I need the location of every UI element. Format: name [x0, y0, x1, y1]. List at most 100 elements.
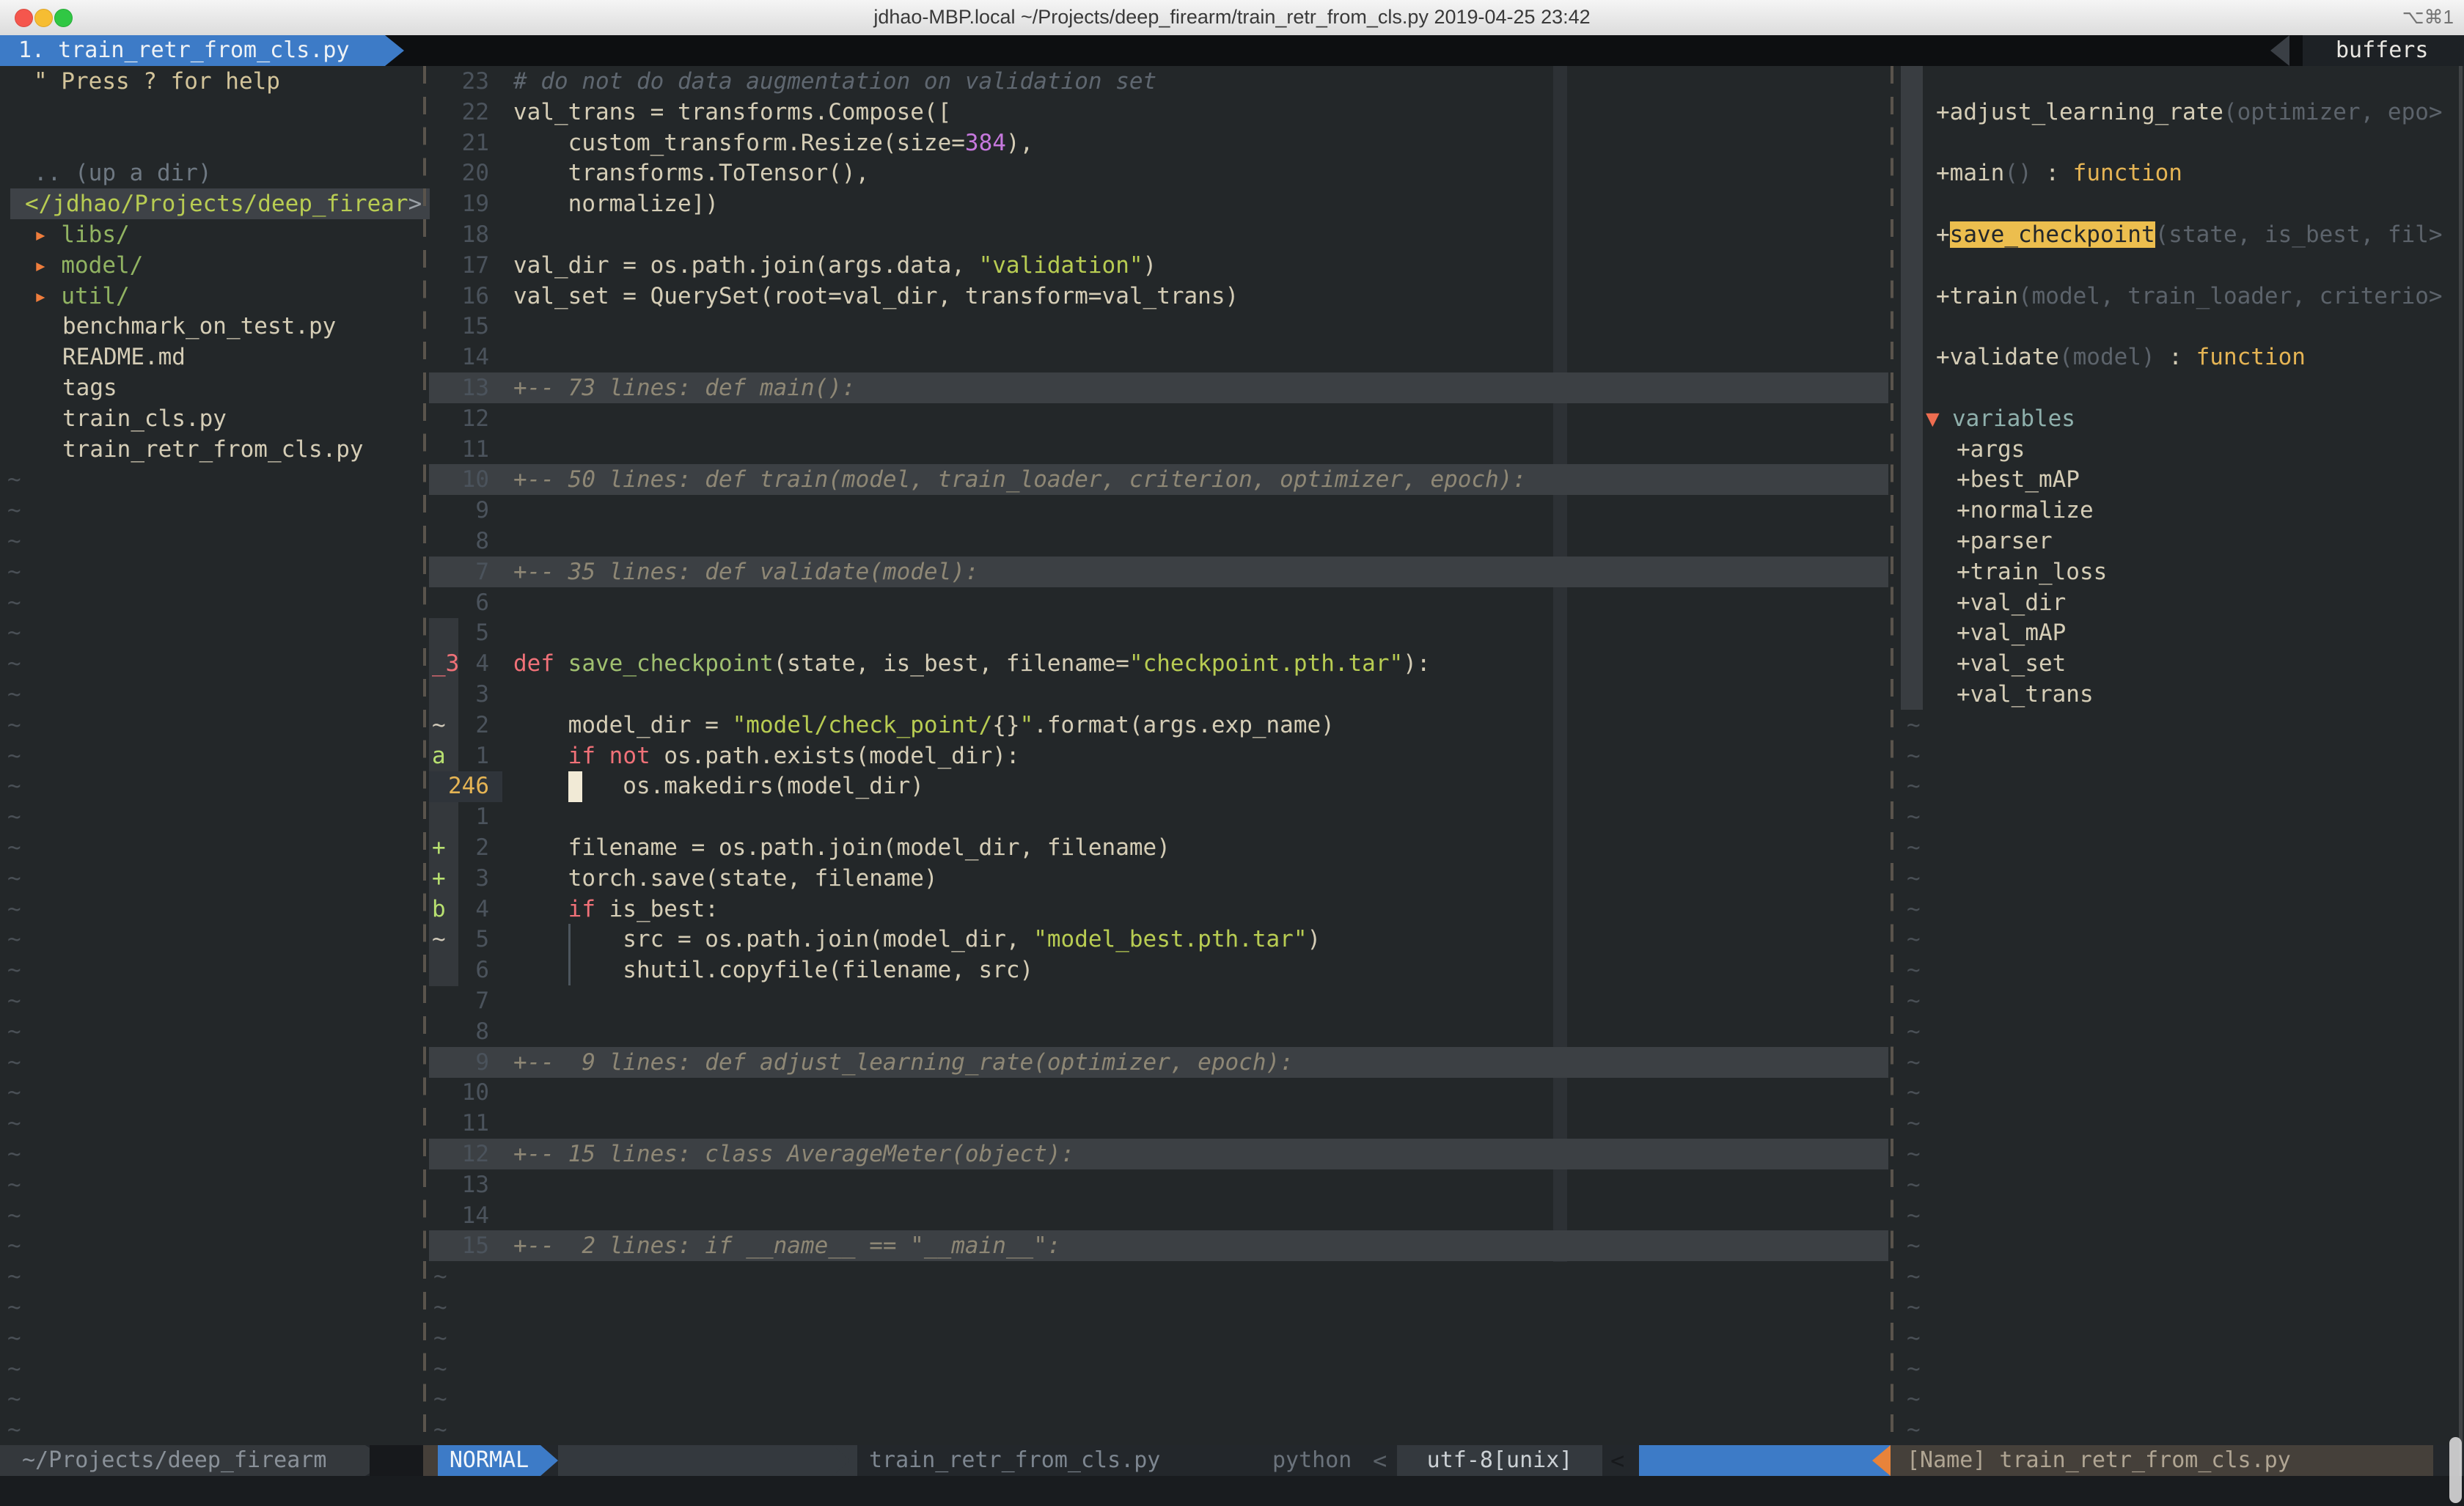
empty-line-tilde: ~	[7, 495, 21, 526]
tree-item-file[interactable]: benchmark_on_test.py	[62, 311, 336, 342]
code-segment: "checkpoint.pth.tar"	[1129, 650, 1403, 677]
gutter-sign: ~	[432, 710, 461, 741]
empty-line-tilde: ~	[7, 1200, 21, 1231]
empty-line-tilde: ~	[7, 617, 21, 648]
fold-text: +-- 15 lines: class AverageMeter(object)…	[513, 1139, 1074, 1169]
tag-entry[interactable]: +save_checkpoint(state, is_best, fil>	[1936, 219, 2443, 250]
code-line[interactable]: def save_checkpoint(state, is_best, file…	[513, 648, 1431, 679]
tree-item-dir[interactable]: ▸ libs/	[34, 219, 130, 250]
tag-segment: +main	[1936, 160, 2004, 186]
command-line[interactable]	[0, 1476, 2464, 1506]
window-separator-left[interactable]	[423, 66, 426, 1445]
line-number: 15	[429, 311, 489, 342]
file-name: benchmark_on_test.py	[62, 313, 336, 339]
empty-line-tilde: ~	[7, 894, 21, 925]
empty-line-tilde: ~	[1907, 1077, 1921, 1108]
tag-entry[interactable]: +train(model, train_loader, criterio>	[1936, 281, 2443, 312]
code-line[interactable]: custom_transform.Resize(size=384),	[513, 128, 1033, 158]
gutter-sign: b	[432, 894, 461, 925]
code-line[interactable]: src = os.path.join(model_dir, "model_bes…	[513, 924, 1321, 955]
fold-open-icon[interactable]: ▼	[1926, 403, 1940, 434]
empty-line-tilde: ~	[7, 1292, 21, 1323]
code-line[interactable]: filename = os.path.join(model_dir, filen…	[513, 832, 1170, 863]
file-name: train_cls.py	[62, 405, 227, 432]
fold-line[interactable]: 13+-- 73 lines: def main():	[429, 372, 1888, 403]
empty-line-tilde: ~	[1907, 1261, 1921, 1292]
code-line[interactable]: val_trans = transforms.Compose([	[513, 97, 951, 128]
line-number: 11	[429, 434, 489, 465]
code-segment: val_dir = os.path.join(args.data,	[513, 252, 979, 279]
dir-chevron-icon: ▸	[34, 283, 61, 309]
tagbar-colorcolumn-marker	[1901, 66, 1923, 710]
empty-line-tilde: ~	[7, 741, 21, 771]
code-segment: os.makedirs(model_dir)	[513, 773, 924, 799]
code-segment: def	[513, 650, 554, 677]
tag-entry[interactable]: +parser	[1957, 526, 2053, 557]
code-segment: torch.save(state, filename)	[513, 865, 938, 892]
empty-line-tilde: ~	[7, 1169, 21, 1200]
code-line[interactable]: normalize])	[513, 188, 719, 219]
empty-line-tilde: ~	[7, 801, 21, 832]
tag-entry[interactable]: +val_trans	[1957, 679, 2094, 710]
fold-line[interactable]: 12+-- 15 lines: class AverageMeter(objec…	[429, 1139, 1888, 1169]
tree-item-dir[interactable]: ▸ util/	[34, 281, 130, 312]
tree-item[interactable]: " Press ? for help	[34, 66, 280, 97]
line-number: 9	[429, 1047, 489, 1078]
line-number: 12	[429, 403, 489, 434]
tag-segment: +best_mAP	[1957, 466, 2080, 493]
code-segment: "model/check_point/	[733, 712, 993, 738]
line-number: 21	[429, 128, 489, 158]
tag-entry[interactable]: +val_set	[1957, 648, 2066, 679]
fold-text: +-- 2 lines: if __name__ == "__main__":	[513, 1230, 1061, 1261]
dir-name: model/	[61, 252, 143, 279]
code-line[interactable]: val_dir = os.path.join(args.data, "valid…	[513, 250, 1156, 281]
code-line[interactable]: os.makedirs(model_dir)	[513, 771, 924, 801]
code-line[interactable]: # do not do data augmentation on validat…	[513, 66, 1156, 97]
code-line[interactable]: transforms.ToTensor(),	[513, 158, 869, 188]
tag-entry[interactable]: +args	[1957, 434, 2025, 465]
code-segment: if	[568, 896, 595, 922]
line-number: 18	[429, 219, 489, 250]
tag-entry[interactable]: +val_dir	[1957, 587, 2066, 618]
empty-line-tilde: ~	[1907, 1139, 1921, 1169]
code-line[interactable]: shutil.copyfile(filename, src)	[513, 955, 1033, 985]
line-number: 8	[429, 526, 489, 557]
code-line[interactable]: if not os.path.exists(model_dir):	[513, 741, 1020, 771]
line-number: 5	[429, 617, 489, 648]
tag-entry[interactable]: +normalize	[1957, 495, 2094, 526]
tag-entry[interactable]: +best_mAP	[1957, 464, 2080, 495]
tree-item[interactable]: .. (up a dir)	[34, 158, 212, 188]
tree-item-file[interactable]: train_cls.py	[62, 403, 227, 434]
tree-root-path[interactable]: </jdhao/Projects/deep_firear>	[10, 188, 430, 219]
tag-segment: +args	[1957, 436, 2025, 463]
tag-entry[interactable]: +main() : function	[1936, 158, 2182, 188]
empty-line-tilde: ~	[1907, 1292, 1921, 1323]
tree-item-dir[interactable]: ▸ model/	[34, 250, 143, 281]
tree-item-file[interactable]: tags	[62, 372, 117, 403]
tag-entry[interactable]: +val_mAP	[1957, 617, 2066, 648]
tag-entry[interactable]: +validate(model) : function	[1936, 342, 2306, 372]
fold-line[interactable]: 7+-- 35 lines: def validate(model):	[429, 557, 1888, 587]
scrollbar-thumb[interactable]	[2449, 1437, 2462, 1503]
window-separator-right[interactable]	[1891, 66, 1893, 1445]
empty-line-tilde: ~	[1907, 1169, 1921, 1200]
tag-entry[interactable]: +train_loss	[1957, 557, 2107, 587]
tag-section-variables[interactable]: variables	[1952, 403, 2075, 434]
tag-segment: (model, train_loader, criterio>	[2018, 283, 2443, 309]
fold-line[interactable]: 10+-- 50 lines: def train(model, train_l…	[429, 464, 1888, 495]
code-line[interactable]: model_dir = "model/check_point/{}".forma…	[513, 710, 1335, 741]
scrollbar-track[interactable]	[2459, 66, 2463, 1476]
empty-line-tilde: ~	[7, 557, 21, 587]
tab-train-retr-from-cls[interactable]: 1. train_retr_from_cls.py	[0, 35, 385, 66]
empty-line-tilde: ~	[7, 955, 21, 985]
code-line[interactable]: if is_best:	[513, 894, 719, 925]
tree-item-file[interactable]: README.md	[62, 342, 186, 372]
tree-item-file[interactable]: train_retr_from_cls.py	[62, 434, 364, 465]
fold-line[interactable]: 9+-- 9 lines: def adjust_learning_rate(o…	[429, 1047, 1888, 1078]
code-segment: shutil.copyfile(filename, src)	[513, 957, 1033, 983]
code-line[interactable]: val_set = QuerySet(root=val_dir, transfo…	[513, 281, 1239, 312]
empty-line-tilde: ~	[7, 587, 21, 618]
fold-line[interactable]: 15+-- 2 lines: if __name__ == "__main__"…	[429, 1230, 1888, 1261]
tag-entry[interactable]: +adjust_learning_rate(optimizer, epo>	[1936, 97, 2443, 128]
code-line[interactable]: torch.save(state, filename)	[513, 863, 938, 894]
